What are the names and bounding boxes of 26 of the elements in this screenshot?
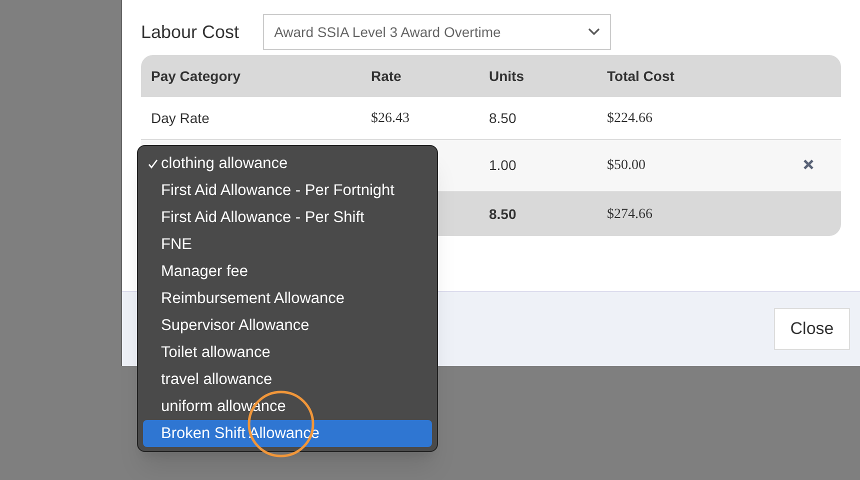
column-header: Pay Category	[151, 66, 242, 86]
menu-item[interactable]: First Aid Allowance - Per Shift	[143, 204, 432, 231]
table-cell-text: 8.50	[489, 108, 518, 128]
labour-cost-label: Labour Cost	[141, 20, 240, 44]
remove-icon[interactable]	[803, 159, 814, 170]
column-header: Total Cost	[607, 66, 676, 86]
table-cell: Day Rate	[151, 110, 210, 126]
column-header: Rate	[371, 66, 402, 86]
table-cell-text: $224.66	[607, 110, 654, 128]
menu-item[interactable]: clothing allowance	[143, 150, 432, 177]
table-cell: $26.43	[371, 111, 410, 126]
menu-item[interactable]: Supervisor Allowance	[143, 312, 432, 339]
table-cell-text: 1.00	[489, 156, 518, 175]
menu-item[interactable]: Reimbursement Allowance	[143, 285, 432, 312]
award-select[interactable]: Award SSIA Level 3 Award Overtime	[263, 14, 612, 50]
menu-item[interactable]: FNE	[143, 231, 432, 258]
menu-item[interactable]: Toilet allowance	[143, 339, 432, 366]
menu-item[interactable]: travel allowance	[143, 366, 432, 393]
total-units: 8.50	[489, 204, 518, 224]
chevron-down-icon	[588, 28, 600, 36]
column-header: Units	[489, 66, 525, 86]
total-cost: $274.66	[607, 206, 654, 224]
menu-item[interactable]: Manager fee	[143, 258, 432, 285]
menu-item[interactable]: First Aid Allowance - Per Fortnight	[143, 177, 432, 204]
close-button[interactable]: Close	[774, 308, 850, 350]
table-cell-text: $50.00	[607, 157, 646, 175]
